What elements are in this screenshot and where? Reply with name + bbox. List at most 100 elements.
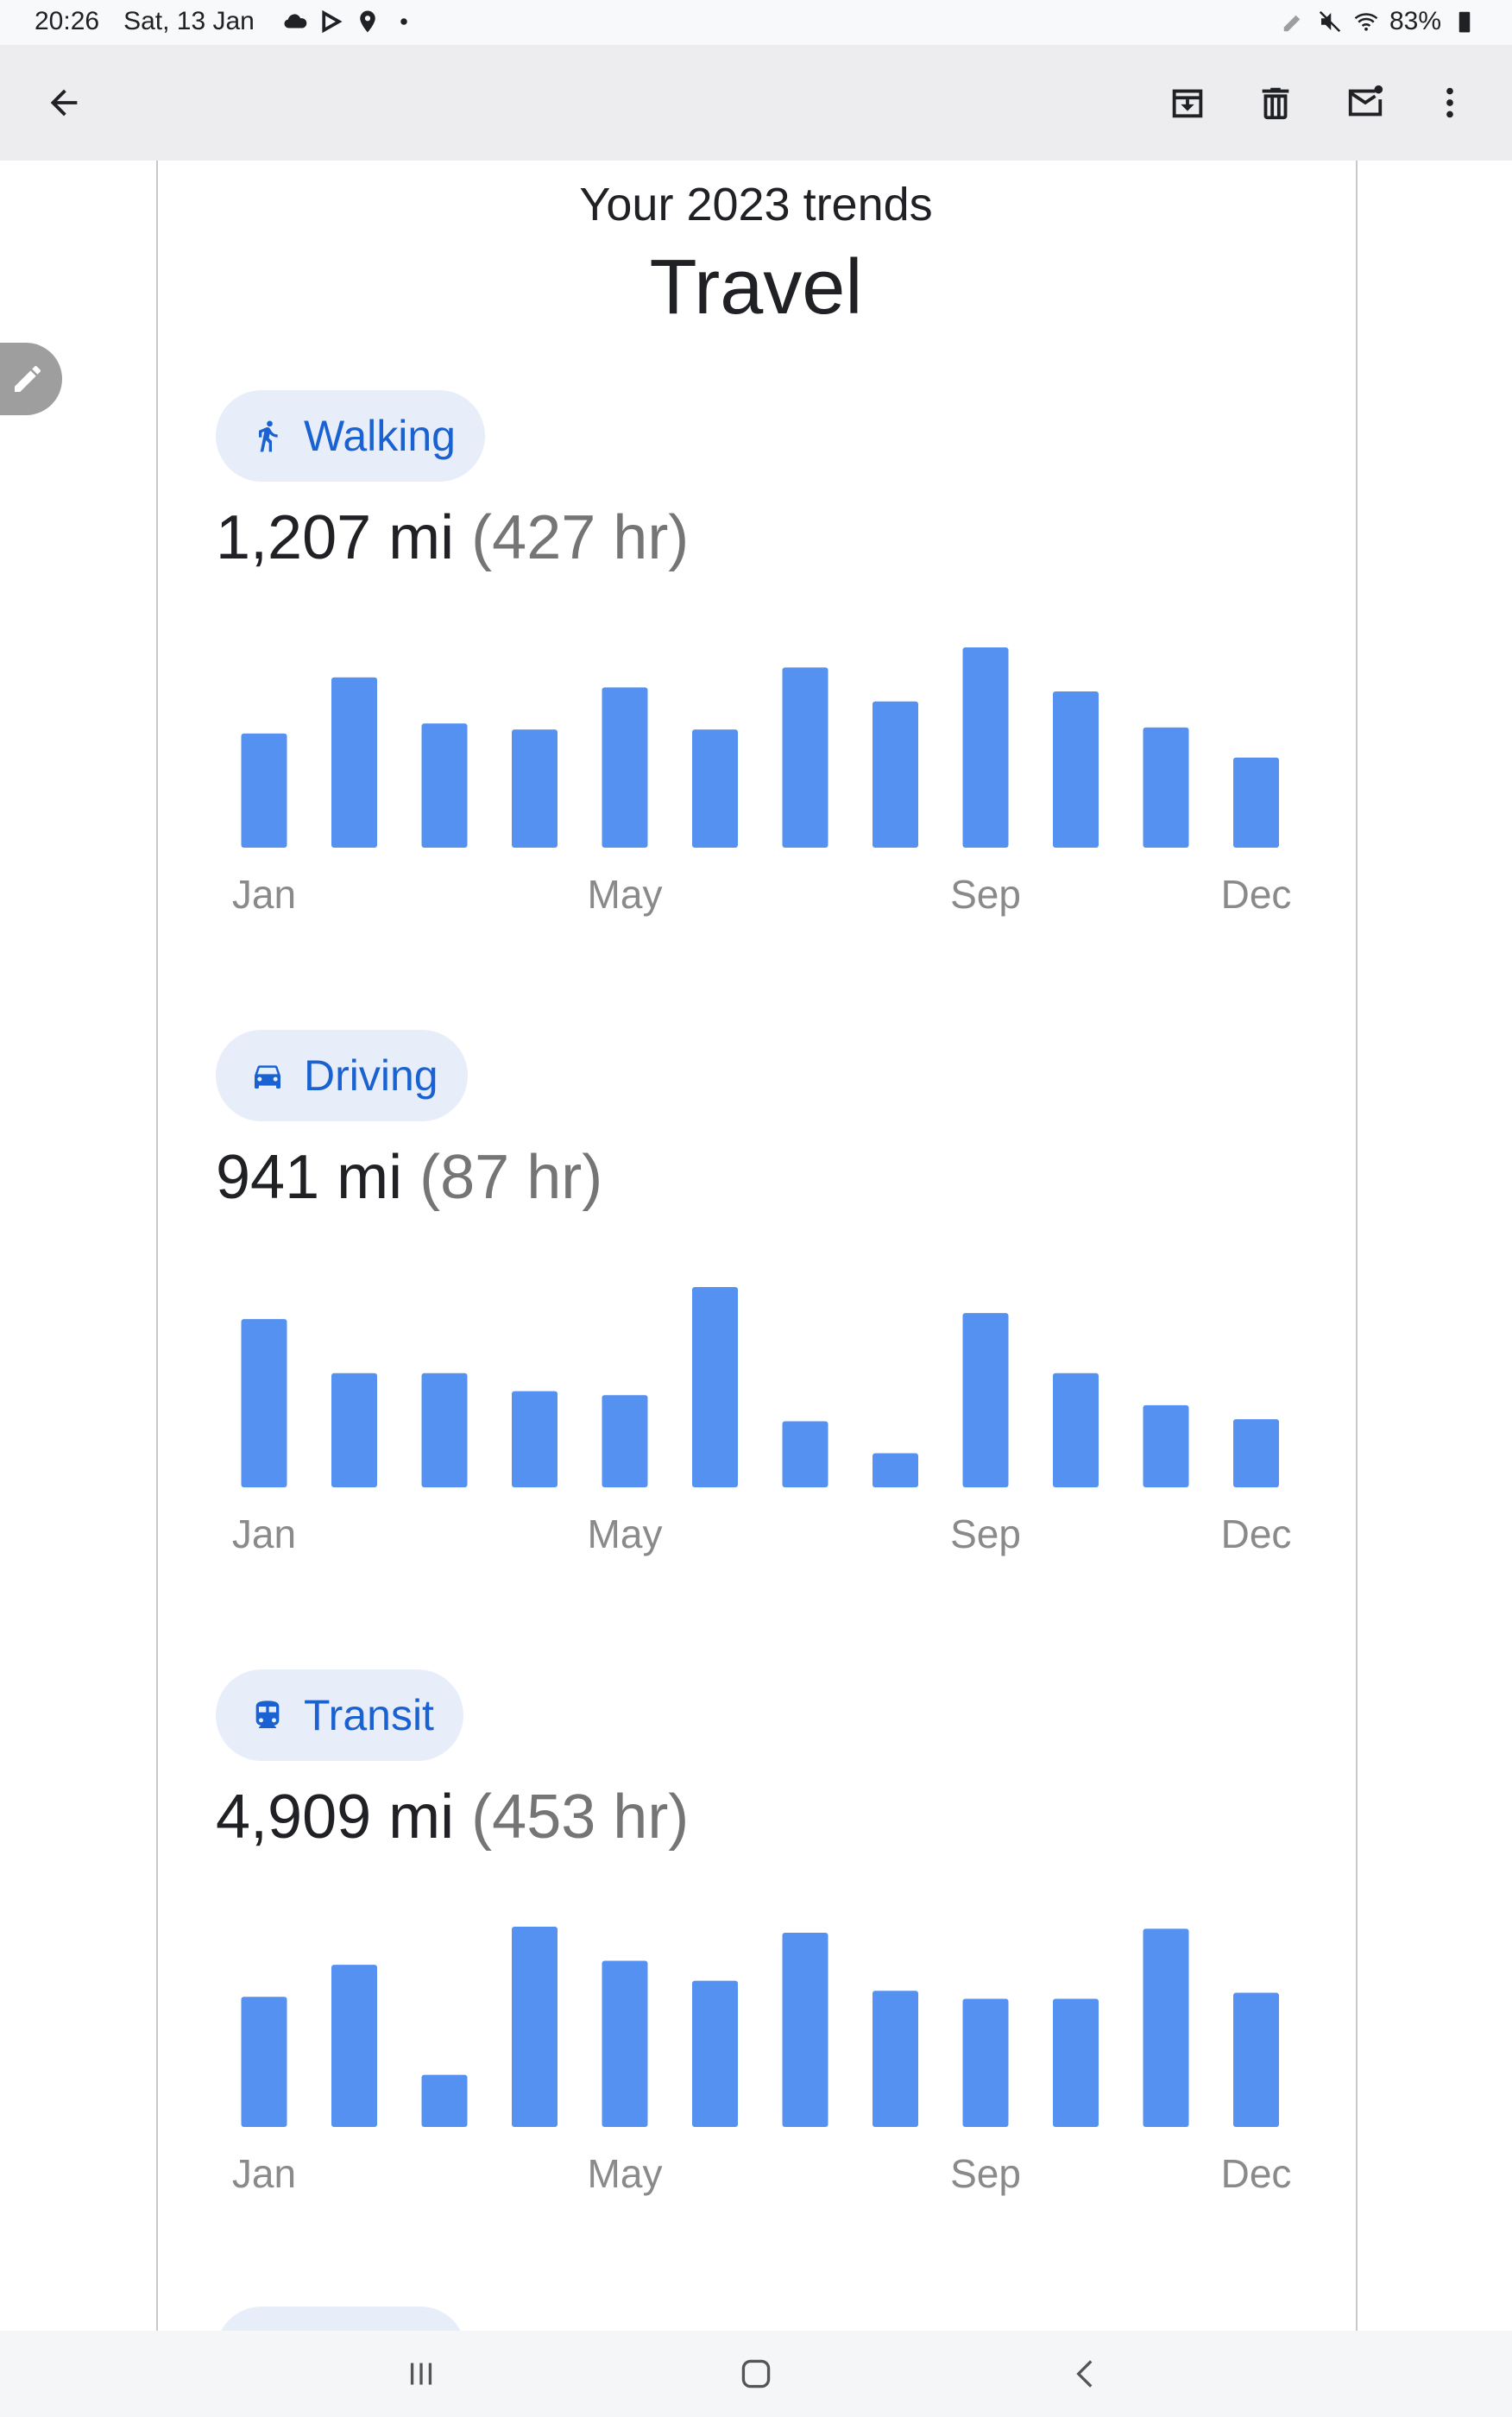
bar-jul [782, 667, 828, 848]
bar-nov [1143, 1404, 1189, 1487]
bar-sep [962, 1313, 1009, 1487]
x-tick-label: May [588, 1511, 663, 1556]
bar-dec [1233, 1419, 1279, 1487]
driving-chip: Driving [216, 1030, 468, 1121]
bar-apr [512, 729, 558, 848]
bar-jun [692, 1287, 738, 1487]
bar-oct [1053, 1373, 1099, 1487]
status-left: 20:26 Sat, 13 Jan [35, 7, 417, 36]
system-nav-bar [0, 2331, 1512, 2417]
transit-distance: 4,909 mi [216, 1783, 455, 1852]
battery-icon [1458, 11, 1471, 33]
bar-jun [692, 1980, 738, 2127]
archive-icon [1172, 89, 1203, 118]
mark-unread-icon [1348, 85, 1383, 117]
bar-sep [962, 1998, 1009, 2127]
home-icon[interactable] [734, 2352, 778, 2395]
bar-may [602, 687, 648, 848]
x-tick-label: Sep [950, 1511, 1021, 1556]
x-tick-label: Jan [232, 2151, 296, 2196]
battery-percent: 83% [1389, 7, 1441, 35]
dot-icon [400, 18, 407, 25]
walking-icon [259, 420, 278, 452]
x-tick-label: Dec [1221, 2151, 1292, 2196]
cloud-icon [284, 14, 307, 28]
bar-feb [331, 1965, 377, 2127]
bar-apr [512, 1927, 558, 2127]
driving-chart-svg: Jan May Sep Dec [232, 1287, 1292, 1556]
walking-chip: Walking [216, 390, 485, 482]
more-vert-icon [1446, 87, 1453, 118]
bar-oct [1053, 691, 1099, 848]
bar-jun [692, 729, 738, 848]
bar-may [602, 1960, 648, 2127]
status-bar: 20:26 Sat, 13 Jan 83% [0, 0, 1512, 45]
trends-subtitle: Your 2023 trends [579, 179, 933, 230]
transit-section: Transit 4,909 mi (453 hr) Jan May Sep Dec [216, 1669, 1338, 2291]
page-title: Travel [649, 244, 863, 331]
walking-distance: 1,207 mi [216, 503, 455, 572]
delete-icon [1262, 87, 1289, 120]
mark-unread-button[interactable] [1339, 77, 1391, 129]
status-date: Sat, 13 Jan [123, 7, 255, 35]
mute-icon [1319, 10, 1341, 33]
bar-aug [873, 701, 918, 848]
walking-stat: 1,207 mi (427 hr) [216, 502, 689, 573]
transit-duration: (453 hr) [471, 1783, 690, 1852]
pen-icon [1283, 15, 1301, 32]
x-tick-label: Jan [232, 1511, 296, 1556]
transit-chart: Jan May Sep Dec [216, 1868, 1338, 2213]
bar-jul [782, 1421, 828, 1487]
more-options-button[interactable] [1424, 77, 1476, 129]
x-tick-label: Dec [1221, 1511, 1292, 1556]
driving-stat: 941 mi (87 hr) [216, 1142, 602, 1213]
walking-duration: (427 hr) [471, 503, 690, 572]
archive-button[interactable] [1162, 77, 1213, 129]
bar-apr [512, 1391, 558, 1487]
bar-mar [421, 723, 468, 848]
bar-feb [331, 677, 377, 848]
bar-jan [241, 733, 287, 848]
transit-chip: Transit [216, 1669, 463, 1761]
walking-chart: Jan May Sep Dec [216, 589, 1338, 934]
bar-feb [331, 1373, 377, 1487]
back-nav-icon[interactable] [1064, 2352, 1107, 2395]
bar-jul [782, 1932, 828, 2127]
driving-section: Driving 941 mi (87 hr) Jan May Sep Dec [216, 1030, 1338, 1651]
car-icon [255, 1065, 280, 1089]
driving-duration: (87 hr) [419, 1143, 603, 1212]
edit-button[interactable] [0, 343, 62, 415]
status-icons-left [282, 9, 417, 35]
driving-distance: 941 mi [216, 1143, 403, 1212]
bar-nov [1143, 1928, 1189, 2127]
transit-label: Transit [304, 1691, 434, 1739]
bar-mar [421, 1373, 468, 1487]
delete-button[interactable] [1250, 77, 1301, 129]
driving-label: Driving [304, 1051, 438, 1100]
status-time: 20:26 [35, 7, 100, 35]
bar-nov [1143, 727, 1189, 848]
x-tick-label: May [588, 2151, 663, 2196]
transit-chart-svg: Jan May Sep Dec [232, 1927, 1292, 2196]
train-icon [255, 1701, 280, 1728]
top-app-bar [0, 45, 1512, 161]
bar-mar [421, 2074, 468, 2127]
x-tick-label: Jan [232, 872, 296, 917]
pencil-icon [15, 365, 41, 392]
bar-sep [962, 647, 1009, 848]
bar-aug [873, 1453, 918, 1487]
walking-chart-svg: Jan May Sep Dec [232, 647, 1291, 917]
bar-dec [1233, 1992, 1279, 2127]
recent-apps-icon[interactable] [400, 2352, 443, 2395]
driving-chart: Jan May Sep Dec [216, 1228, 1338, 1574]
play-icon [322, 9, 343, 34]
location-icon [360, 10, 375, 33]
back-button[interactable] [38, 77, 90, 129]
transit-stat: 4,909 mi (453 hr) [216, 1782, 689, 1852]
x-tick-label: Sep [950, 2151, 1021, 2196]
walking-label: Walking [304, 412, 456, 460]
walking-section: Walking 1,207 mi (427 hr) Jan May Sep Dec [216, 390, 1338, 1012]
wifi-icon [1354, 13, 1378, 31]
status-right: 83% [1281, 7, 1477, 36]
bar-aug [873, 1991, 918, 2127]
